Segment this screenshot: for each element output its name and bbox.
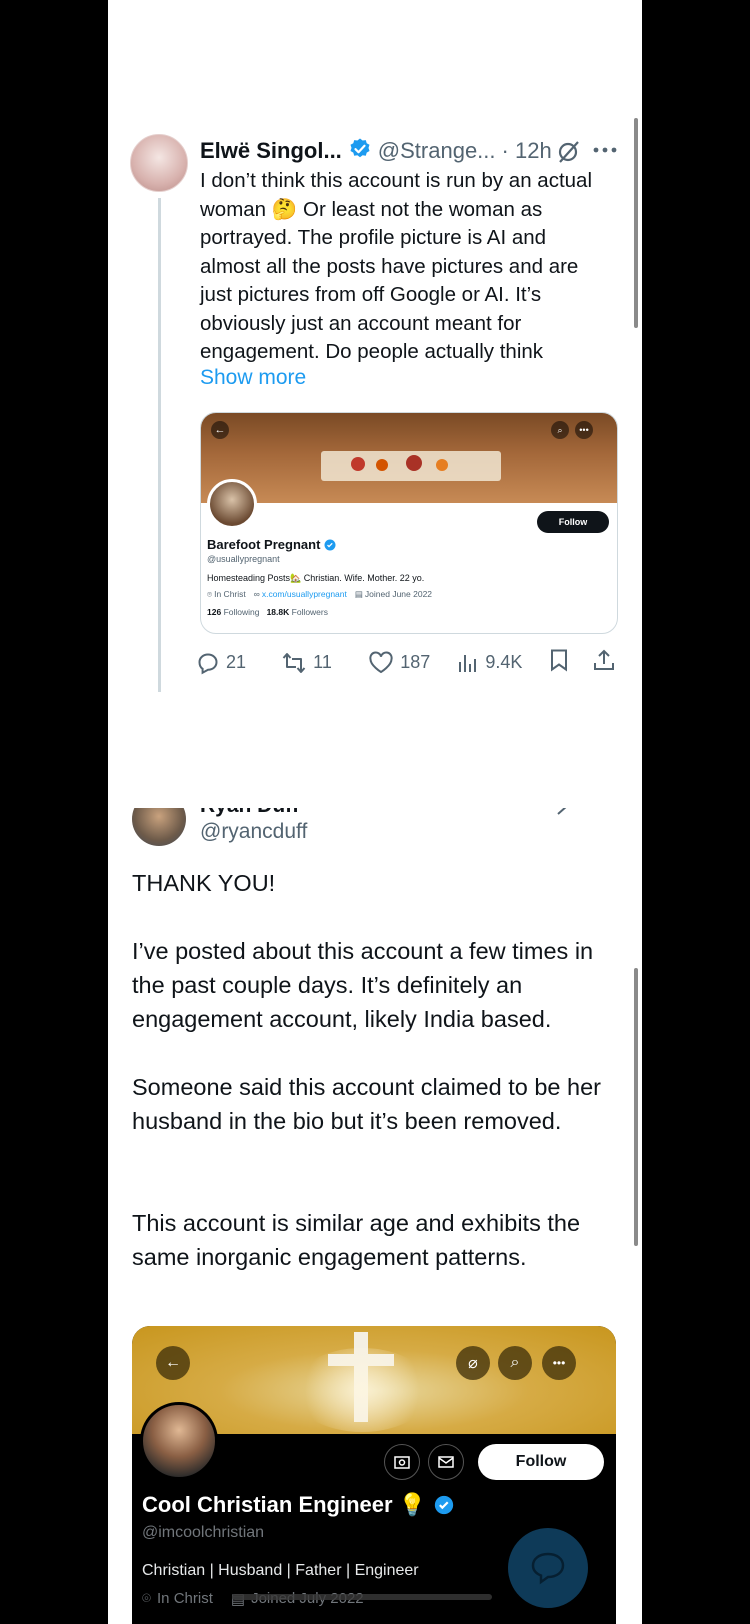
following-label: Following bbox=[223, 607, 260, 617]
repost-count: 11 bbox=[313, 652, 332, 672]
profile-bio: Homesteading Posts🏡 Christian. Wife. Mot… bbox=[207, 573, 425, 583]
views-button[interactable]: 9.4K bbox=[457, 652, 548, 674]
profile-handle: @usuallypregnant bbox=[207, 554, 280, 564]
follow-button: Follow bbox=[537, 511, 609, 533]
avatar[interactable] bbox=[130, 134, 188, 192]
heart-icon bbox=[369, 651, 393, 673]
profile-name-text: Cool Christian Engineer 💡 bbox=[142, 1492, 427, 1517]
tweet-paragraph-3: Someone said this account claimed to be … bbox=[132, 1074, 601, 1134]
display-name-text: Ryan Duff bbox=[200, 808, 299, 817]
more-options-icon: ••• bbox=[542, 1346, 576, 1380]
location-icon: ⌾ bbox=[207, 589, 213, 599]
repost-icon bbox=[282, 652, 306, 673]
grok-icon[interactable] bbox=[556, 138, 582, 169]
grok-icon: ⌀ bbox=[456, 1346, 490, 1380]
profile-joined: Joined June 2022 bbox=[364, 589, 433, 599]
profile-link: x.com/usuallypregnant bbox=[261, 589, 347, 599]
tweet-panel-bottom: Ryan Duff @ryancduff THANK YOU! I’ve pos… bbox=[108, 808, 642, 1624]
verified-badge-icon bbox=[348, 137, 372, 166]
repost-button[interactable]: 11 bbox=[281, 651, 368, 675]
following-count: 126 bbox=[207, 607, 222, 617]
subscribe-icon bbox=[384, 1444, 420, 1480]
profile-name: Barefoot Pregnant bbox=[207, 537, 336, 552]
back-button: ← bbox=[156, 1346, 190, 1380]
back-arrow-icon: ← bbox=[211, 421, 229, 439]
tweet-actions: 21 11 187 9.4K bbox=[196, 648, 616, 677]
more-options-icon[interactable] bbox=[592, 140, 618, 165]
chat-bubble-icon bbox=[531, 1552, 565, 1585]
verified-badge-icon bbox=[434, 1495, 454, 1515]
more-options-icon: ••• bbox=[575, 421, 593, 439]
follow-button: Follow bbox=[478, 1444, 604, 1480]
avatar bbox=[207, 479, 257, 529]
profile-name: Cool Christian Engineer 💡 bbox=[142, 1492, 454, 1518]
search-icon: ⌕ bbox=[551, 421, 569, 439]
like-count: 187 bbox=[400, 652, 431, 672]
views-chart-icon bbox=[459, 654, 477, 672]
profile-handle: @imcoolchristian bbox=[142, 1524, 265, 1541]
location-icon: ⌾ bbox=[142, 1590, 152, 1607]
display-name[interactable]: Elwë Singol... bbox=[200, 138, 342, 164]
profile-stats: 126 Following 18.8K Followers bbox=[207, 607, 328, 617]
tweet-paragraph-2: I’ve posted about this account a few tim… bbox=[132, 938, 594, 1032]
show-more-link[interactable]: Show more bbox=[200, 366, 306, 390]
profile-name-text: Barefoot Pregnant bbox=[207, 537, 321, 552]
tweet-paragraph-4: This account is similar age and exhibits… bbox=[132, 1210, 581, 1270]
share-icon[interactable] bbox=[592, 648, 616, 677]
search-icon: ⌕ bbox=[498, 1346, 532, 1380]
followers-label: Followers bbox=[291, 607, 328, 617]
timestamp[interactable]: · 12h bbox=[502, 138, 552, 164]
profile-meta: ⌾ In Christ ∞ x.com/usuallypregnant ▤ Jo… bbox=[207, 589, 432, 600]
reply-icon bbox=[198, 652, 218, 674]
verified-badge-icon bbox=[324, 539, 336, 550]
avatar[interactable] bbox=[132, 808, 186, 846]
embedded-image[interactable]: ← ⌕ ••• Follow Barefoot Pregnant @usuall… bbox=[200, 412, 618, 634]
message-icon bbox=[428, 1444, 464, 1480]
profile-bio: Christian | Husband | Father | Engineer bbox=[142, 1562, 419, 1579]
reply-button[interactable]: 21 bbox=[196, 651, 281, 675]
tweet-paragraph-1: THANK YOU! bbox=[132, 870, 276, 896]
display-name[interactable]: Ryan Duff bbox=[200, 808, 299, 818]
views-count: 9.4K bbox=[485, 652, 523, 672]
handle[interactable]: @Strange... bbox=[378, 138, 496, 164]
avatar bbox=[140, 1402, 218, 1480]
profile-location: In Christ bbox=[214, 589, 246, 599]
compose-button[interactable] bbox=[508, 1528, 588, 1608]
tweet-panel-top: Elwë Singol... @Strange... · 12h I don’t… bbox=[108, 0, 642, 808]
handle[interactable]: @ryancduff bbox=[200, 820, 307, 844]
thread-line bbox=[158, 198, 161, 692]
tweet-text: I don’t think this account is run by an … bbox=[200, 169, 593, 363]
reply-count: 21 bbox=[226, 652, 247, 672]
home-indicator bbox=[232, 1594, 492, 1600]
link-icon: ∞ bbox=[253, 589, 260, 599]
profile-location: In Christ bbox=[157, 1590, 213, 1607]
grok-icon[interactable] bbox=[556, 808, 580, 821]
followers-count: 18.8K bbox=[266, 607, 290, 617]
scrollbar[interactable] bbox=[634, 968, 638, 1246]
scrollbar[interactable] bbox=[634, 118, 638, 328]
like-button[interactable]: 187 bbox=[368, 651, 457, 675]
bookmark-icon[interactable] bbox=[548, 648, 592, 677]
calendar-icon: ▤ bbox=[354, 589, 363, 599]
